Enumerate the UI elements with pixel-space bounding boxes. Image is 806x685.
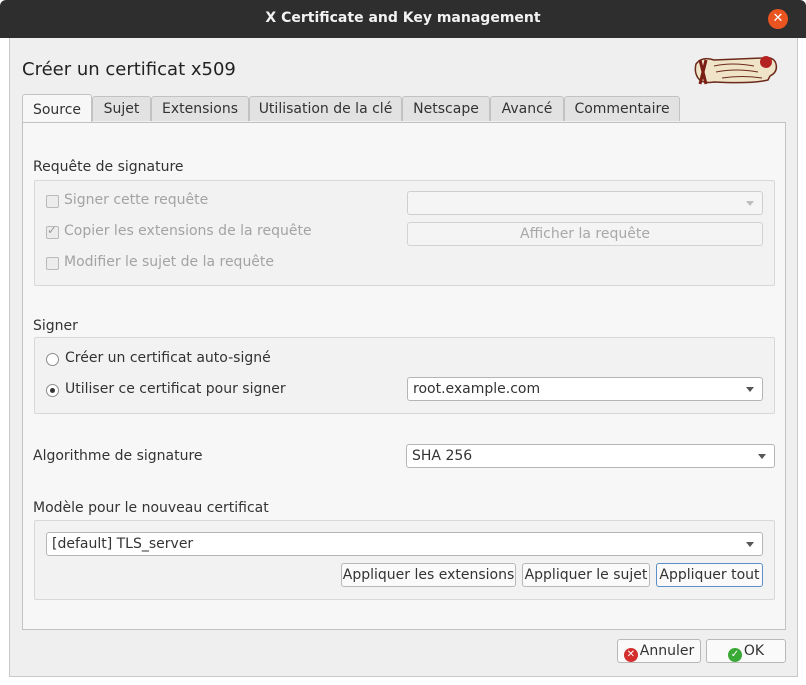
tab-advanced[interactable]: Avancé (490, 96, 564, 121)
show-request-button[interactable]: Afficher la requête (407, 222, 763, 246)
tab-comment[interactable]: Commentaire (564, 96, 680, 121)
signing-request-group: Signer cette requête ✓ Copier les extens… (34, 180, 775, 286)
sign-request-checkbox[interactable] (46, 195, 59, 208)
apply-all-button[interactable]: Appliquer tout (656, 563, 763, 587)
close-button[interactable]: ✕ (768, 9, 788, 29)
apply-extensions-button[interactable]: Appliquer les extensions (341, 563, 516, 587)
ok-button[interactable]: ✓ OK (706, 639, 786, 663)
algorithm-select[interactable]: SHA 256 (406, 444, 775, 468)
copy-extensions-checkbox[interactable]: ✓ (46, 223, 59, 239)
use-cert-radio[interactable] (46, 384, 59, 397)
template-value: [default] TLS_server (52, 536, 194, 552)
ok-icon: ✓ (727, 648, 742, 662)
copy-extensions-label: Copier les extensions de la requête (64, 223, 312, 239)
tab-extensions[interactable]: Extensions (151, 96, 249, 121)
modify-subject-checkbox[interactable] (46, 257, 59, 270)
self-signed-radio[interactable] (46, 353, 59, 366)
use-cert-label: Utiliser ce certificat pour signer (65, 381, 286, 397)
request-select[interactable] (407, 191, 763, 215)
template-select[interactable]: [default] TLS_server (46, 532, 763, 556)
algorithm-value: SHA 256 (412, 448, 473, 464)
signing-title: Signer (33, 318, 78, 334)
cancel-button[interactable]: ✕ Annuler (617, 639, 701, 663)
signing-cert-select[interactable]: root.example.com (407, 377, 763, 401)
signing-cert-value: root.example.com (413, 381, 541, 397)
modify-subject-label: Modifier le sujet de la requête (64, 254, 275, 270)
tab-source[interactable]: Source (22, 94, 92, 122)
window-titlebar: X Certificate and Key management ✕ (0, 0, 806, 38)
tab-subject[interactable]: Sujet (92, 96, 151, 121)
close-icon: ✕ (772, 11, 784, 26)
template-group: [default] TLS_server Appliquer les exten… (34, 520, 775, 600)
sign-request-label: Signer cette requête (64, 192, 209, 208)
chevron-down-icon (758, 454, 766, 459)
template-title: Modèle pour le nouveau certificat (33, 500, 269, 516)
signing-group: Créer un certificat auto-signé Utiliser … (34, 337, 775, 414)
chevron-down-icon (746, 542, 754, 547)
signing-request-title: Requête de signature (33, 159, 184, 175)
tab-key-usage[interactable]: Utilisation de la clé (249, 96, 402, 121)
window-title: X Certificate and Key management (265, 10, 541, 26)
ok-label: OK (743, 643, 765, 659)
chevron-down-icon (746, 201, 754, 206)
cancel-label: Annuler (639, 643, 695, 659)
xca-logo-icon (694, 56, 778, 85)
apply-subject-button[interactable]: Appliquer le sujet (522, 563, 650, 587)
tab-netscape[interactable]: Netscape (402, 96, 490, 121)
algorithm-label: Algorithme de signature (33, 448, 203, 464)
source-tab-panel: Requête de signature Signer cette requêt… (22, 122, 786, 630)
self-signed-label: Créer un certificat auto-signé (65, 350, 271, 366)
dialog-heading: Créer un certificat x509 (22, 59, 236, 80)
radio-selected-dot (50, 388, 55, 393)
chevron-down-icon (746, 387, 754, 392)
dialog-window: Créer un certificat x509 Source Sujet Ex… (9, 38, 798, 677)
cancel-icon: ✕ (623, 648, 638, 662)
checkmark-icon: ✓ (47, 223, 58, 237)
